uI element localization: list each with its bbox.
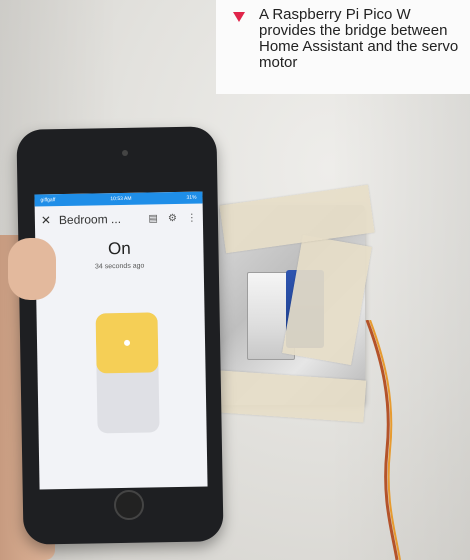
servo-wire [365, 320, 401, 560]
thumb [8, 238, 56, 300]
phone-screen: giffgaff 10:53 AM 31% ✕ Bedroom ... ▤ ⚙ … [34, 191, 208, 490]
caption-arrow-icon [233, 12, 245, 22]
battery-label: 31% [186, 194, 197, 201]
more-vert-icon[interactable]: ⋮ [187, 212, 197, 223]
phone-camera-dot [122, 150, 128, 156]
entity-state: On [107, 238, 131, 259]
photo-scene: giffgaff 10:53 AM 31% ✕ Bedroom ... ▤ ⚙ … [0, 0, 470, 560]
caption-text: A Raspberry Pi Pico W provides the bridg… [259, 6, 459, 71]
history-icon[interactable]: ▤ [148, 213, 158, 224]
last-changed-label: 34 seconds ago [94, 262, 145, 271]
home-button [114, 490, 144, 520]
status-time: 10:53 AM [110, 195, 132, 203]
light-toggle[interactable] [95, 312, 160, 434]
gear-icon[interactable]: ⚙ [168, 213, 177, 224]
caption-box: A Raspberry Pi Pico W provides the bridg… [216, 0, 470, 94]
app-bar: ✕ Bedroom ... ▤ ⚙ ⋮ [35, 204, 203, 235]
close-icon[interactable]: ✕ [41, 213, 51, 227]
toggle-indicator-dot [123, 339, 131, 346]
entity-title: Bedroom ... [58, 211, 122, 228]
carrier-label: giffgaff [40, 197, 56, 204]
